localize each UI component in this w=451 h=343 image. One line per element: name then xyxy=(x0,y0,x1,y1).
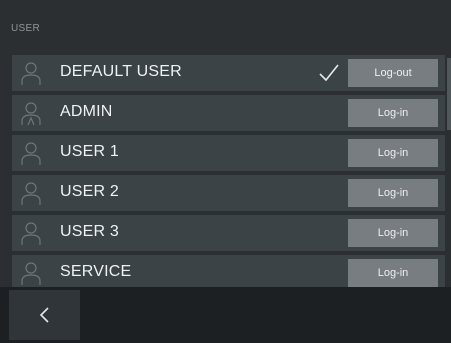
user-row-admin[interactable]: ADMIN Log-in xyxy=(12,95,445,131)
chevron-left-icon xyxy=(39,307,49,323)
user-icon xyxy=(21,182,41,205)
user-name: USER 3 xyxy=(60,223,119,240)
user-icon xyxy=(21,62,41,85)
user-row-service[interactable]: SERVICE Log-in xyxy=(12,255,445,287)
user-name: ADMIN xyxy=(60,103,113,120)
user-name: SERVICE xyxy=(60,263,132,280)
user-row-user-2[interactable]: USER 2 Log-in xyxy=(12,175,445,211)
user-list[interactable]: DEFAULT USER Log-out ADMIN Log-in USER 1… xyxy=(12,55,445,287)
login-button[interactable]: Log-in xyxy=(348,179,438,207)
user-icon xyxy=(21,262,41,285)
checkmark-icon xyxy=(319,64,339,82)
user-icon xyxy=(21,222,41,245)
footer-bar xyxy=(0,287,451,343)
user-row-user-3[interactable]: USER 3 Log-in xyxy=(12,215,445,251)
back-button[interactable] xyxy=(9,290,80,340)
header-bar: USER xyxy=(0,0,451,44)
user-row-user-1[interactable]: USER 1 Log-in xyxy=(12,135,445,171)
login-button[interactable]: Log-in xyxy=(348,259,438,287)
user-row-default-user[interactable]: DEFAULT USER Log-out xyxy=(12,55,445,91)
user-name: DEFAULT USER xyxy=(60,63,182,80)
user-name: USER 2 xyxy=(60,183,119,200)
user-name: USER 1 xyxy=(60,143,119,160)
page-title: USER xyxy=(11,23,40,34)
login-button[interactable]: Log-in xyxy=(348,139,438,167)
logout-button[interactable]: Log-out xyxy=(348,59,438,87)
user-icon xyxy=(21,142,41,165)
login-button[interactable]: Log-in xyxy=(348,99,438,127)
user-icon xyxy=(21,102,41,126)
login-button[interactable]: Log-in xyxy=(348,219,438,247)
list-scrollbar[interactable] xyxy=(447,58,451,130)
